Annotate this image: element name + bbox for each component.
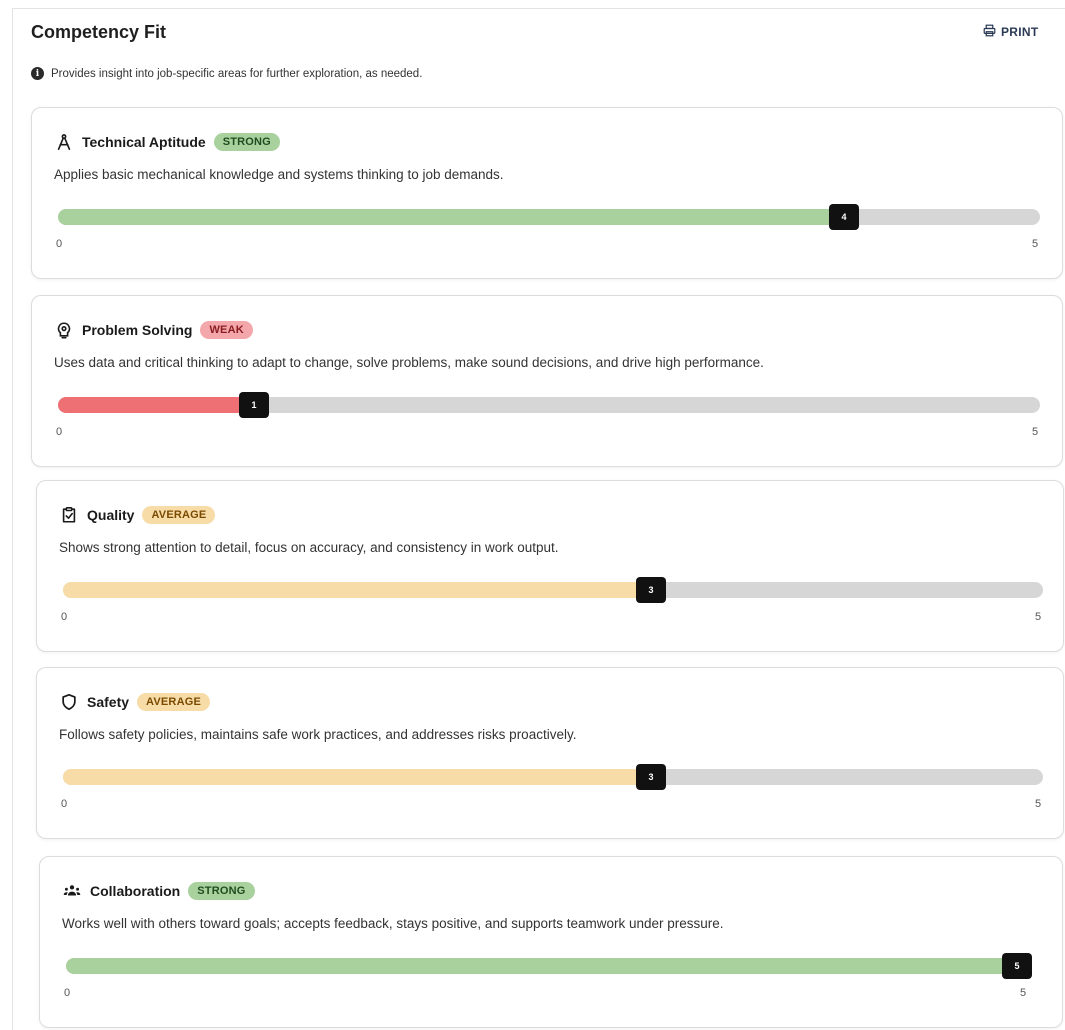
scale-min-label: 0 — [61, 798, 68, 810]
rating-badge: WEAK — [200, 321, 253, 339]
competency-card-quality: Quality AVERAGE Shows strong attention t… — [36, 480, 1064, 652]
score-track: 1 — [58, 392, 1040, 418]
competency-header: Collaboration STRONG — [62, 881, 255, 901]
score-thumb[interactable]: 1 — [239, 392, 269, 418]
score-thumb[interactable]: 3 — [636, 764, 666, 790]
printer-icon — [983, 24, 996, 40]
scale-min-label: 0 — [56, 238, 63, 250]
print-button[interactable]: PRINT — [983, 24, 1039, 40]
score-track: 4 — [58, 204, 1040, 230]
score-thumb[interactable]: 4 — [829, 204, 859, 230]
competency-header: Problem Solving WEAK — [54, 320, 253, 340]
competency-title: Collaboration — [90, 883, 181, 899]
competency-card-collaboration: Collaboration STRONG Works well with oth… — [39, 856, 1063, 1028]
score-track: 3 — [63, 577, 1043, 603]
competency-title: Problem Solving — [82, 322, 193, 338]
score-track: 3 — [63, 764, 1043, 790]
competency-card-technical-aptitude: Technical Aptitude STRONG Applies basic … — [31, 107, 1063, 279]
info-text: Provides insight into job-specific areas… — [51, 67, 423, 80]
scale-min-label: 0 — [56, 426, 63, 438]
competency-header: Technical Aptitude STRONG — [54, 132, 280, 152]
info-icon: i — [31, 67, 44, 80]
competency-title: Quality — [87, 507, 135, 523]
competency-description: Works well with others toward goals; acc… — [62, 916, 724, 931]
score-track: 5 — [66, 953, 1032, 979]
competency-description: Uses data and critical thinking to adapt… — [54, 355, 764, 370]
page-title: Competency Fit — [31, 22, 167, 42]
print-label: PRINT — [1001, 25, 1039, 39]
scale-max-label: 5 — [1032, 238, 1039, 250]
competency-title: Safety — [87, 694, 130, 710]
scale-max-label: 5 — [1032, 426, 1039, 438]
scale-max-label: 5 — [1035, 611, 1042, 623]
compass-icon — [54, 132, 74, 152]
info-note: i Provides insight into job-specific are… — [31, 67, 422, 80]
score-fill — [58, 397, 254, 413]
score-thumb[interactable]: 3 — [636, 577, 666, 603]
competency-title: Technical Aptitude — [82, 134, 206, 150]
scale-min-label: 0 — [64, 987, 71, 999]
score-fill — [63, 769, 651, 785]
competency-description: Shows strong attention to detail, focus … — [59, 540, 559, 555]
rating-badge: AVERAGE — [137, 693, 211, 711]
competency-card-safety: Safety AVERAGE Follows safety policies, … — [36, 667, 1064, 839]
scale-max-label: 5 — [1020, 987, 1027, 999]
competency-header: Safety AVERAGE — [59, 692, 211, 712]
rating-badge: STRONG — [188, 882, 255, 900]
scale-min-label: 0 — [61, 611, 68, 623]
competency-description: Follows safety policies, maintains safe … — [59, 727, 577, 742]
rating-badge: AVERAGE — [142, 506, 216, 524]
score-thumb[interactable]: 5 — [1002, 953, 1032, 979]
competency-description: Applies basic mechanical knowledge and s… — [54, 167, 504, 182]
score-fill — [66, 958, 1032, 974]
shield-icon — [59, 692, 79, 712]
rating-badge: STRONG — [213, 133, 280, 151]
team-icon — [62, 881, 82, 901]
score-fill — [63, 582, 651, 598]
score-fill — [58, 209, 844, 225]
competency-card-problem-solving: Problem Solving WEAK Uses data and criti… — [31, 295, 1063, 467]
competency-header: Quality AVERAGE — [59, 505, 216, 525]
scale-max-label: 5 — [1035, 798, 1042, 810]
clipboard-check-icon — [59, 505, 79, 525]
lightbulb-gear-icon — [54, 320, 74, 340]
